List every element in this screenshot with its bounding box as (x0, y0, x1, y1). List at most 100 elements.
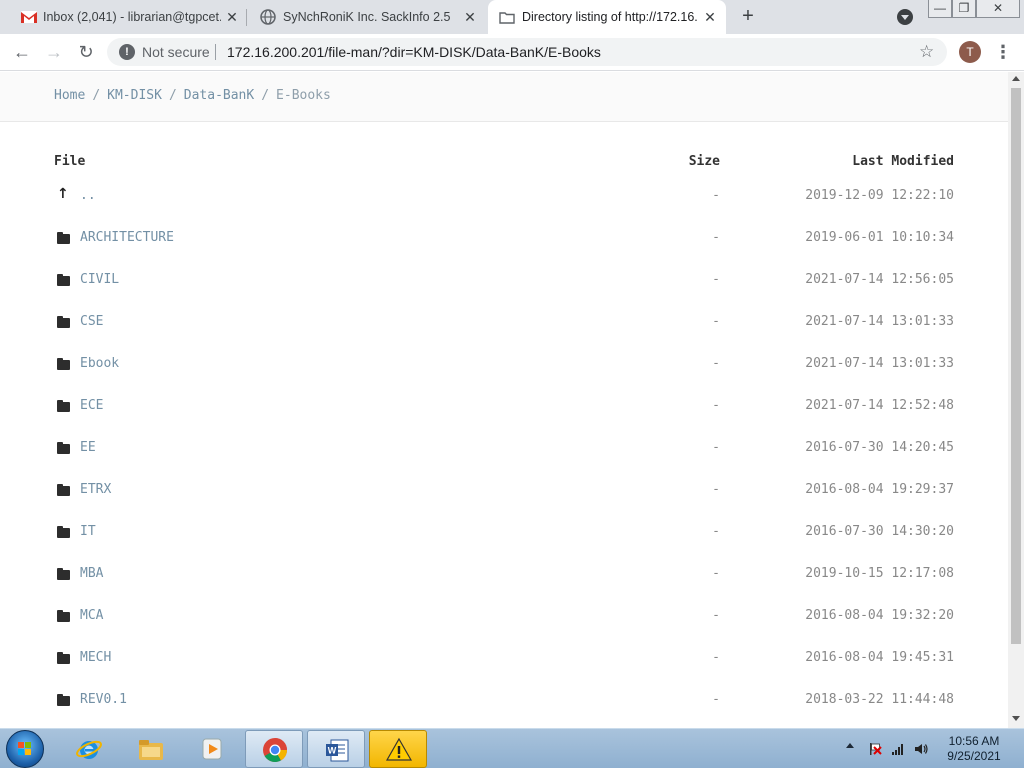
start-button[interactable] (6, 730, 44, 768)
table-row[interactable]: MBA - 2019-10-15 12:17:08 (0, 558, 1008, 600)
profile-avatar[interactable]: T (959, 41, 981, 63)
clock-time: 10:56 AM (948, 734, 1000, 748)
taskbar-chrome[interactable] (245, 730, 303, 768)
tab-close-icon[interactable]: ✕ (462, 9, 478, 25)
breadcrumb-km-disk[interactable]: KM-DISK (107, 88, 162, 103)
table-row[interactable]: MCA - 2016-08-04 19:32:20 (0, 600, 1008, 642)
taskbar-file-explorer[interactable] (122, 730, 180, 768)
folder-shape (57, 400, 70, 412)
table-row[interactable]: REV0.1 - 2018-03-22 11:44:48 (0, 684, 1008, 726)
tab-close-icon[interactable]: ✕ (702, 9, 718, 25)
file-name-link[interactable]: .. (80, 188, 96, 203)
scroll-thumb[interactable] (1011, 88, 1021, 644)
file-name-link[interactable]: MCA (80, 608, 103, 623)
column-header-modified[interactable]: Last Modified (852, 154, 954, 169)
folder-shape (57, 274, 70, 286)
breadcrumb-data-bank[interactable]: Data-BanK (184, 88, 254, 103)
globe-icon (260, 9, 276, 25)
table-row[interactable]: EE - 2016-07-30 14:20:45 (0, 432, 1008, 474)
tab-separator (246, 9, 247, 26)
table-row[interactable]: CSE - 2021-07-14 13:01:33 (0, 306, 1008, 348)
file-name-link[interactable]: ETRX (80, 482, 111, 497)
folder-shape (57, 526, 70, 538)
scroll-up-arrow[interactable] (1012, 76, 1020, 81)
tab-close-icon[interactable]: ✕ (224, 9, 240, 25)
last-modified: 2021-07-14 13:01:33 (805, 356, 954, 371)
show-hidden-icons-arrow[interactable] (846, 743, 854, 748)
column-header-file[interactable]: File (54, 154, 85, 169)
network-signal-icon[interactable] (891, 742, 905, 756)
last-modified: 2016-08-04 19:45:31 (805, 650, 954, 665)
volume-icon[interactable] (914, 742, 928, 756)
system-clock[interactable]: 10:56 AM 9/25/2021 (944, 734, 1004, 764)
action-center-flag-icon[interactable] (868, 742, 882, 756)
tab-search-button[interactable] (897, 9, 913, 25)
file-name-link[interactable]: CSE (80, 314, 103, 329)
folder-icon (57, 610, 71, 622)
warning-app-icon (385, 737, 413, 761)
bookmark-star-icon[interactable]: ☆ (919, 42, 934, 62)
folder-icon (57, 232, 71, 244)
taskbar-media-player[interactable] (183, 730, 241, 768)
tab-gmail[interactable]: Inbox (2,041) - librarian@tgpcet.c ✕ (14, 0, 246, 34)
gmail-icon (21, 11, 37, 23)
last-modified: 2016-08-04 19:29:37 (805, 482, 954, 497)
tab-strip: Inbox (2,041) - librarian@tgpcet.c ✕ SyN… (0, 0, 1024, 34)
maximize-button[interactable]: ❐ (952, 0, 976, 18)
close-window-button[interactable]: ✕ (976, 0, 1020, 18)
tab-directory-listing[interactable]: Directory listing of http://172.16. ✕ (488, 0, 726, 34)
file-name-link[interactable]: ECE (80, 398, 103, 413)
breadcrumb-home[interactable]: Home (54, 88, 85, 103)
minimize-icon: — (934, 1, 946, 15)
folder-shape (57, 484, 70, 496)
minimize-button[interactable]: — (928, 0, 952, 18)
table-row[interactable]: MECH - 2016-08-04 19:45:31 (0, 642, 1008, 684)
file-name-link[interactable]: CIVIL (80, 272, 119, 287)
last-modified: 2016-08-04 19:32:20 (805, 608, 954, 623)
maximize-icon: ❐ (958, 1, 970, 15)
file-name-link[interactable]: ARCHITECTURE (80, 230, 174, 245)
page-scrollbar[interactable] (1008, 72, 1024, 728)
column-header-size[interactable]: Size (689, 154, 720, 169)
not-secure-icon[interactable]: ! (119, 44, 135, 60)
url-text[interactable]: 172.16.200.201/file-man/?dir=KM-DISK/Dat… (227, 44, 601, 60)
table-row[interactable]: CIVIL - 2021-07-14 12:56:05 (0, 264, 1008, 306)
scroll-down-arrow[interactable] (1012, 716, 1020, 721)
file-name-link[interactable]: EE (80, 440, 96, 455)
internet-explorer-icon (76, 740, 102, 759)
last-modified: 2016-07-30 14:30:20 (805, 524, 954, 539)
breadcrumb-current: E-Books (276, 88, 331, 103)
reload-button[interactable]: ↻ (76, 42, 96, 62)
file-size: - (712, 230, 720, 245)
back-button[interactable]: ← (12, 42, 32, 62)
file-size: - (712, 692, 720, 707)
table-row[interactable]: Ebook - 2021-07-14 13:01:33 (0, 348, 1008, 390)
tab-sackinfo[interactable]: SyNchRoniK Inc. SackInfo 2.5 ✕ (250, 0, 486, 34)
tab-title: SyNchRoniK Inc. SackInfo 2.5 (283, 10, 451, 24)
breadcrumb-bar: Home / KM-DISK / Data-BanK / E-Books (0, 72, 1008, 122)
taskbar-word[interactable]: W (307, 730, 365, 768)
parent-directory-row[interactable]: ↑.. - 2019-12-09 12:22:10 (0, 180, 1008, 222)
last-modified: 2021-07-14 12:52:48 (805, 398, 954, 413)
new-tab-button[interactable]: + (738, 6, 758, 27)
file-name-link[interactable]: MBA (80, 566, 103, 581)
address-bar[interactable]: ! Not secure 172.16.200.201/file-man/?di… (107, 38, 947, 66)
folder-icon (57, 526, 71, 538)
browser-menu-icon[interactable]: ⋮ (994, 42, 1012, 62)
file-name-link[interactable]: REV0.1 (80, 692, 127, 707)
taskbar-internet-explorer[interactable] (60, 730, 118, 768)
folder-icon (57, 316, 71, 328)
file-name-link[interactable]: Ebook (80, 356, 119, 371)
table-row[interactable]: ECE - 2021-07-14 12:52:48 (0, 390, 1008, 432)
taskbar-warning-app[interactable] (369, 730, 427, 768)
forward-button[interactable]: → (44, 42, 64, 62)
word-icon: W (326, 739, 349, 762)
security-label[interactable]: Not secure (142, 44, 210, 60)
file-name-link[interactable]: MECH (80, 650, 111, 665)
table-row[interactable]: IT - 2016-07-30 14:30:20 (0, 516, 1008, 558)
table-row[interactable]: ARCHITECTURE - 2019-06-01 10:10:34 (0, 222, 1008, 264)
last-modified: 2019-06-01 10:10:34 (805, 230, 954, 245)
file-name-link[interactable]: IT (80, 524, 96, 539)
folder-shape (57, 652, 70, 664)
table-row[interactable]: ETRX - 2016-08-04 19:29:37 (0, 474, 1008, 516)
